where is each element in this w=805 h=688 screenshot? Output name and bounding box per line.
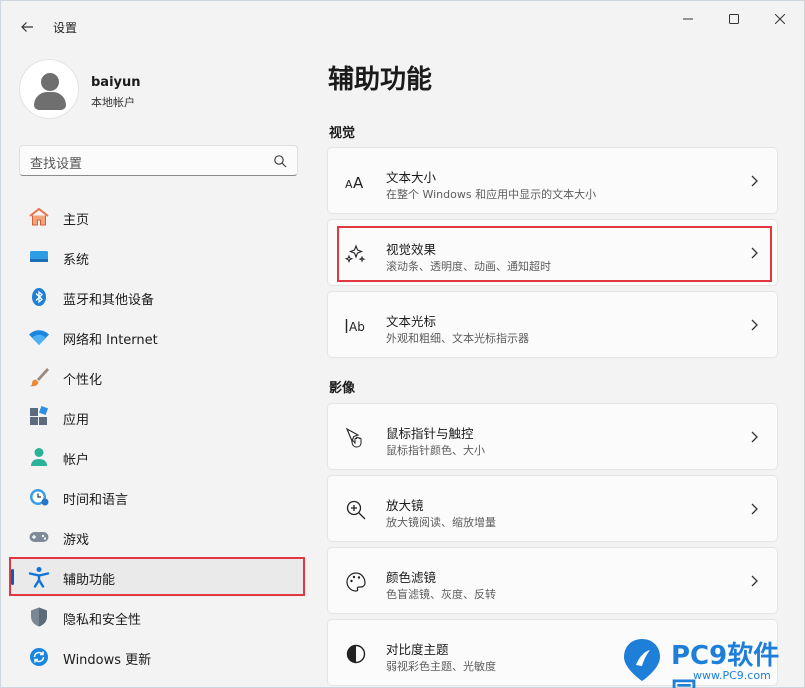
sidebar-item-label: 帐户	[63, 453, 90, 468]
chevron-right-icon	[751, 503, 758, 515]
card-subtitle: 在整个 Windows 和应用中显示的文本大小	[386, 188, 597, 201]
card-title: 视觉效果	[386, 242, 437, 257]
minimize-icon	[683, 18, 693, 20]
maximize-button[interactable]	[711, 5, 757, 33]
sparkle-icon	[344, 242, 368, 266]
watermark-url: www.PC9.com	[693, 669, 771, 682]
arrow-left-icon	[21, 22, 33, 32]
card-visual-effects[interactable]: 视觉效果 滚动条、透明度、动画、通知超时	[327, 219, 778, 286]
title-bar: 设置	[1, 1, 805, 47]
chevron-right-icon	[751, 431, 758, 443]
close-icon	[775, 14, 785, 24]
card-subtitle: 滚动条、透明度、动画、通知超时	[386, 260, 551, 273]
card-subtitle: 鼠标指针颜色、大小	[386, 444, 485, 457]
sidebar-item-system[interactable]: 系统	[11, 237, 303, 277]
page-title: 辅助功能	[328, 65, 433, 95]
user-profile[interactable]: baiyun 本地帐户	[19, 59, 289, 121]
sidebar-item-accessibility[interactable]: 辅助功能	[11, 557, 303, 597]
text-cursor-icon: Ab	[344, 314, 368, 338]
sidebar-item-label: 辅助功能	[63, 573, 116, 588]
close-button[interactable]	[757, 5, 803, 33]
sidebar-item-label: 应用	[63, 413, 90, 428]
sidebar-item-gaming[interactable]: 游戏	[11, 517, 303, 557]
gamepad-icon	[28, 526, 50, 548]
card-subtitle: 色盲滤镜、灰度、反转	[386, 588, 496, 601]
svg-text:Ab: Ab	[349, 320, 365, 334]
card-subtitle: 弱视彩色主题、光敏度	[386, 660, 496, 673]
card-title: 文本大小	[386, 170, 437, 185]
minimize-button[interactable]	[665, 5, 711, 33]
brand-logo-icon	[624, 639, 660, 681]
wifi-icon	[28, 326, 50, 348]
card-title: 放大镜	[386, 498, 424, 513]
sidebar-item-label: 网络和 Internet	[63, 333, 158, 348]
card-color-filters[interactable]: 颜色滤镜 色盲滤镜、灰度、反转	[327, 547, 778, 614]
sidebar-item-apps[interactable]: 应用	[11, 397, 303, 437]
card-subtitle: 放大镜阅读、缩放增量	[386, 516, 496, 529]
sidebar-item-privacy[interactable]: 隐私和安全性	[11, 597, 303, 637]
contrast-icon	[344, 642, 368, 666]
sidebar-item-label: 系统	[63, 253, 90, 268]
brush-icon	[28, 366, 50, 388]
palette-icon	[344, 570, 368, 594]
sidebar-item-time-language[interactable]: 时间和语言	[11, 477, 303, 517]
apps-icon	[28, 406, 50, 428]
text-size-icon: AA	[344, 170, 368, 194]
app-title: 设置	[53, 21, 78, 35]
sidebar-item-bluetooth[interactable]: 蓝牙和其他设备	[11, 277, 303, 317]
search-input[interactable]: 查找设置	[30, 153, 82, 172]
pointer-hand-icon	[344, 426, 368, 450]
settings-window: 设置 baiyun 本地帐户 查找设置 主页 系统 蓝牙和其他设备 网络和 In…	[0, 0, 805, 688]
card-title: 对比度主题	[386, 642, 449, 657]
magnifier-icon	[344, 498, 368, 522]
card-subtitle: 外观和粗细、文本光标指示器	[386, 332, 529, 345]
search-icon[interactable]	[273, 154, 287, 168]
chevron-right-icon	[751, 575, 758, 587]
chevron-right-icon	[751, 319, 758, 331]
sidebar-item-label: 蓝牙和其他设备	[63, 293, 155, 308]
monitor-icon	[28, 246, 50, 268]
card-text-cursor[interactable]: Ab 文本光标 外观和粗细、文本光标指示器	[327, 291, 778, 358]
account-type: 本地帐户	[91, 96, 135, 109]
chevron-right-icon	[751, 175, 758, 187]
card-magnifier[interactable]: 放大镜 放大镜阅读、缩放增量	[327, 475, 778, 542]
sidebar-nav: 主页 系统 蓝牙和其他设备 网络和 Internet 个性化 应用 帐户 时间和…	[11, 197, 303, 677]
accessibility-icon	[28, 566, 50, 588]
sidebar-item-windows-update[interactable]: Windows 更新	[11, 637, 303, 677]
user-name: baiyun	[91, 75, 141, 90]
update-icon	[28, 646, 50, 668]
svg-text:A: A	[353, 174, 364, 192]
back-button[interactable]	[13, 13, 41, 41]
avatar	[19, 59, 79, 119]
svg-text:A: A	[345, 178, 353, 191]
maximize-icon	[729, 14, 739, 24]
clock-globe-icon	[28, 486, 50, 508]
card-title: 颜色滤镜	[386, 570, 437, 585]
sidebar-item-label: Windows 更新	[63, 653, 152, 668]
account-icon	[28, 446, 50, 468]
card-title: 文本光标	[386, 314, 437, 329]
sidebar-item-personalization[interactable]: 个性化	[11, 357, 303, 397]
home-icon	[28, 206, 50, 228]
card-title: 鼠标指针与触控	[386, 426, 474, 441]
sidebar-item-label: 主页	[63, 213, 90, 228]
chevron-right-icon	[751, 247, 758, 259]
search-box[interactable]: 查找设置	[19, 145, 298, 176]
card-text-size[interactable]: AA 文本大小 在整个 Windows 和应用中显示的文本大小	[327, 147, 778, 214]
card-mouse-pointer-touch[interactable]: 鼠标指针与触控 鼠标指针颜色、大小	[327, 403, 778, 470]
sidebar-item-label: 游戏	[63, 533, 90, 548]
bluetooth-icon	[28, 286, 50, 308]
sidebar-item-network[interactable]: 网络和 Internet	[11, 317, 303, 357]
sidebar-item-label: 隐私和安全性	[63, 613, 142, 628]
section-label-vision: 视觉	[329, 126, 356, 141]
sidebar-item-label: 个性化	[63, 373, 103, 388]
section-label-imaging: 影像	[329, 381, 356, 396]
watermark: PC9软件园 www.PC9.com	[611, 633, 801, 688]
sidebar-item-label: 时间和语言	[63, 493, 129, 508]
sidebar-item-accounts[interactable]: 帐户	[11, 437, 303, 477]
shield-icon	[28, 606, 50, 628]
sidebar-item-home[interactable]: 主页	[11, 197, 303, 237]
